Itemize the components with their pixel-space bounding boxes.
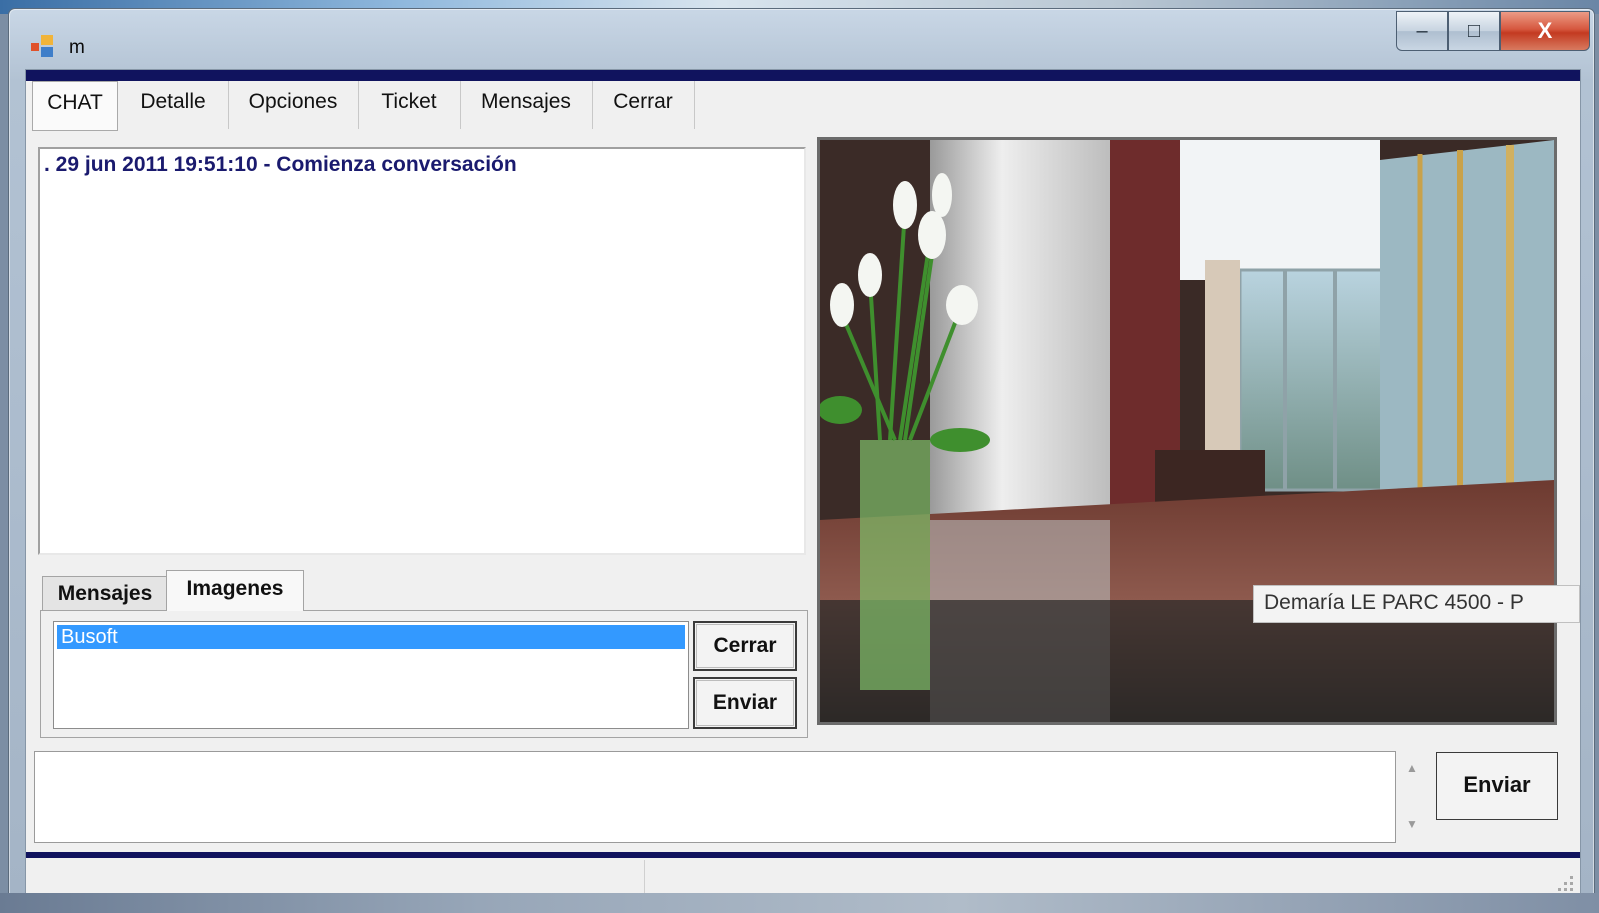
menu-item-detalle[interactable]: Detalle [118,81,229,129]
tab-mensajes[interactable]: Mensajes [42,576,168,611]
menu-item-opciones[interactable]: Opciones [228,81,359,129]
close-icon: X [1537,18,1553,43]
minimize-icon: – [1416,19,1428,42]
minimize-button[interactable]: – [1396,11,1448,51]
image-list[interactable]: Busoft [53,621,689,729]
footer-accent-bar [26,852,1580,858]
send-button[interactable]: Enviar [1436,752,1558,820]
chat-log[interactable]: . 29 jun 2011 19:51:10 - Comienza conver… [38,147,806,555]
scroll-up-icon[interactable]: ▲ [1406,761,1418,775]
scroll-down-icon[interactable]: ▼ [1406,817,1418,831]
list-item[interactable]: Busoft [57,625,685,649]
menu-bar: CHAT Detalle Opciones Ticket Mensajes Ce… [26,81,1580,131]
header-accent-bar [26,70,1580,81]
app-window: m – □ X CHAT Detalle Opciones Ticket Men… [8,8,1595,910]
imagenes-panel: Busoft Cerrar Enviar [40,610,808,738]
resize-grip[interactable] [1558,876,1576,894]
chat-log-line: . 29 jun 2011 19:51:10 - Comienza conver… [44,153,517,176]
title-bar[interactable]: m – □ X [9,9,1594,69]
menu-item-mensajes[interactable]: Mensajes [460,81,593,129]
app-icon[interactable] [31,35,55,57]
close-button[interactable]: X [1500,11,1590,51]
maximize-button[interactable]: □ [1448,11,1500,51]
cerrar-button[interactable]: Cerrar [693,621,797,671]
menu-item-chat[interactable]: CHAT [32,81,118,131]
tab-imagenes[interactable]: Imagenes [166,570,304,611]
window-title: m [69,37,85,58]
taskbar-edge [0,893,1599,913]
enviar-image-button[interactable]: Enviar [693,677,797,729]
client-area: CHAT Detalle Opciones Ticket Mensajes Ce… [25,69,1581,903]
lobby-photo [820,140,1554,722]
menu-item-ticket[interactable]: Ticket [358,81,461,129]
message-input[interactable] [34,751,1396,843]
maximize-icon: □ [1467,19,1481,42]
window-controls: – □ X [1396,11,1590,53]
image-preview [817,137,1557,725]
image-caption-tooltip: Demaría LE PARC 4500 - P [1253,585,1580,623]
message-scrollbar[interactable]: ▲ ▼ [1402,751,1424,843]
menu-item-cerrar[interactable]: Cerrar [592,81,695,129]
